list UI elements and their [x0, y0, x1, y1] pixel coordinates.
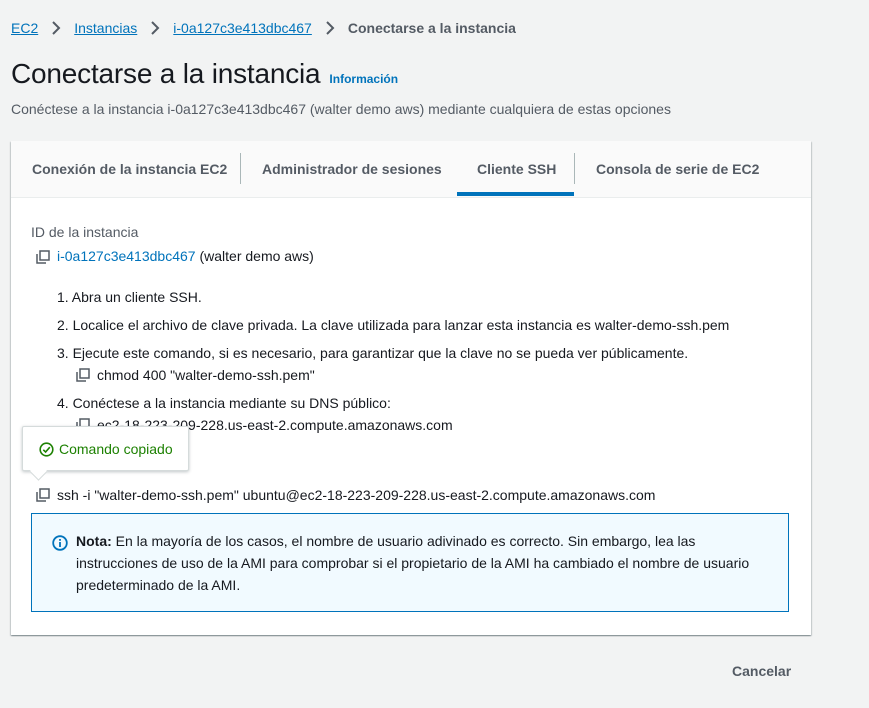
note-text: Nota: En la mayoría de los casos, el nom… — [76, 530, 776, 596]
note-bold: Nota: — [76, 533, 112, 549]
tab-serial-console[interactable]: Consola de serie de EC2 — [596, 141, 759, 196]
note-body: En la mayoría de los casos, el nombre de… — [76, 533, 750, 593]
chevron-right-icon — [52, 21, 61, 35]
page-title: Conectarse a la instancia — [11, 58, 321, 89]
page-header: Conectarse a la instancia Información — [11, 58, 398, 90]
info-link[interactable]: Información — [329, 72, 398, 86]
breadcrumb: EC2 Instancias i-0a127c3e413dbc467 Conec… — [11, 18, 516, 38]
tab-session-manager[interactable]: Administrador de sesiones — [262, 141, 442, 196]
instance-id-label: ID de la instancia — [31, 224, 139, 240]
page-subtitle: Conéctese a la instancia i-0a127c3e413db… — [11, 101, 671, 117]
chevron-right-icon — [326, 21, 335, 35]
instance-id-row: i-0a127c3e413dbc467 (walter demo aws) — [57, 248, 314, 264]
info-circle-icon — [52, 535, 68, 551]
copied-tooltip: Comando copiado — [22, 426, 189, 481]
ssh-command: ssh -i "walter-demo-ssh.pem" ubuntu@ec2-… — [57, 487, 656, 503]
copy-icon[interactable] — [76, 368, 90, 382]
chmod-command: chmod 400 "walter-demo-ssh.pem" — [97, 367, 315, 383]
breadcrumb-ec2[interactable]: EC2 — [11, 20, 38, 36]
tab-bar: Conexión de la instancia EC2 Administrad… — [11, 141, 811, 198]
info-alert: Nota: En la mayoría de los casos, el nom… — [31, 513, 789, 612]
step-3: 3. Ejecute este comando, si es necesario… — [57, 345, 689, 361]
step-2: 2. Localice el archivo de clave privada.… — [57, 317, 730, 333]
instance-id-link[interactable]: i-0a127c3e413dbc467 — [57, 248, 196, 264]
check-circle-icon — [39, 442, 54, 457]
tab-ssh-client[interactable]: Cliente SSH — [477, 141, 556, 196]
cancel-button[interactable]: Cancelar — [732, 663, 791, 679]
tab-ec2-instance-connect[interactable]: Conexión de la instancia EC2 — [32, 141, 227, 196]
breadcrumb-instancias[interactable]: Instancias — [74, 20, 137, 36]
instance-name: (walter demo aws) — [199, 248, 314, 264]
tab-divider — [240, 153, 241, 184]
tab-divider — [574, 153, 575, 184]
step-1: 1. Abra un cliente SSH. — [57, 289, 202, 305]
active-tab-indicator — [457, 192, 574, 196]
breadcrumb-instance-id[interactable]: i-0a127c3e413dbc467 — [173, 20, 312, 36]
copy-icon[interactable] — [36, 488, 50, 502]
copy-icon[interactable] — [36, 250, 50, 264]
connect-card: Conexión de la instancia EC2 Administrad… — [11, 141, 811, 635]
breadcrumb-current: Conectarse a la instancia — [347, 20, 516, 36]
chevron-right-icon — [151, 21, 160, 35]
tooltip-text: Comando copiado — [59, 441, 173, 457]
step-4: 4. Conéctese a la instancia mediante su … — [57, 395, 391, 411]
